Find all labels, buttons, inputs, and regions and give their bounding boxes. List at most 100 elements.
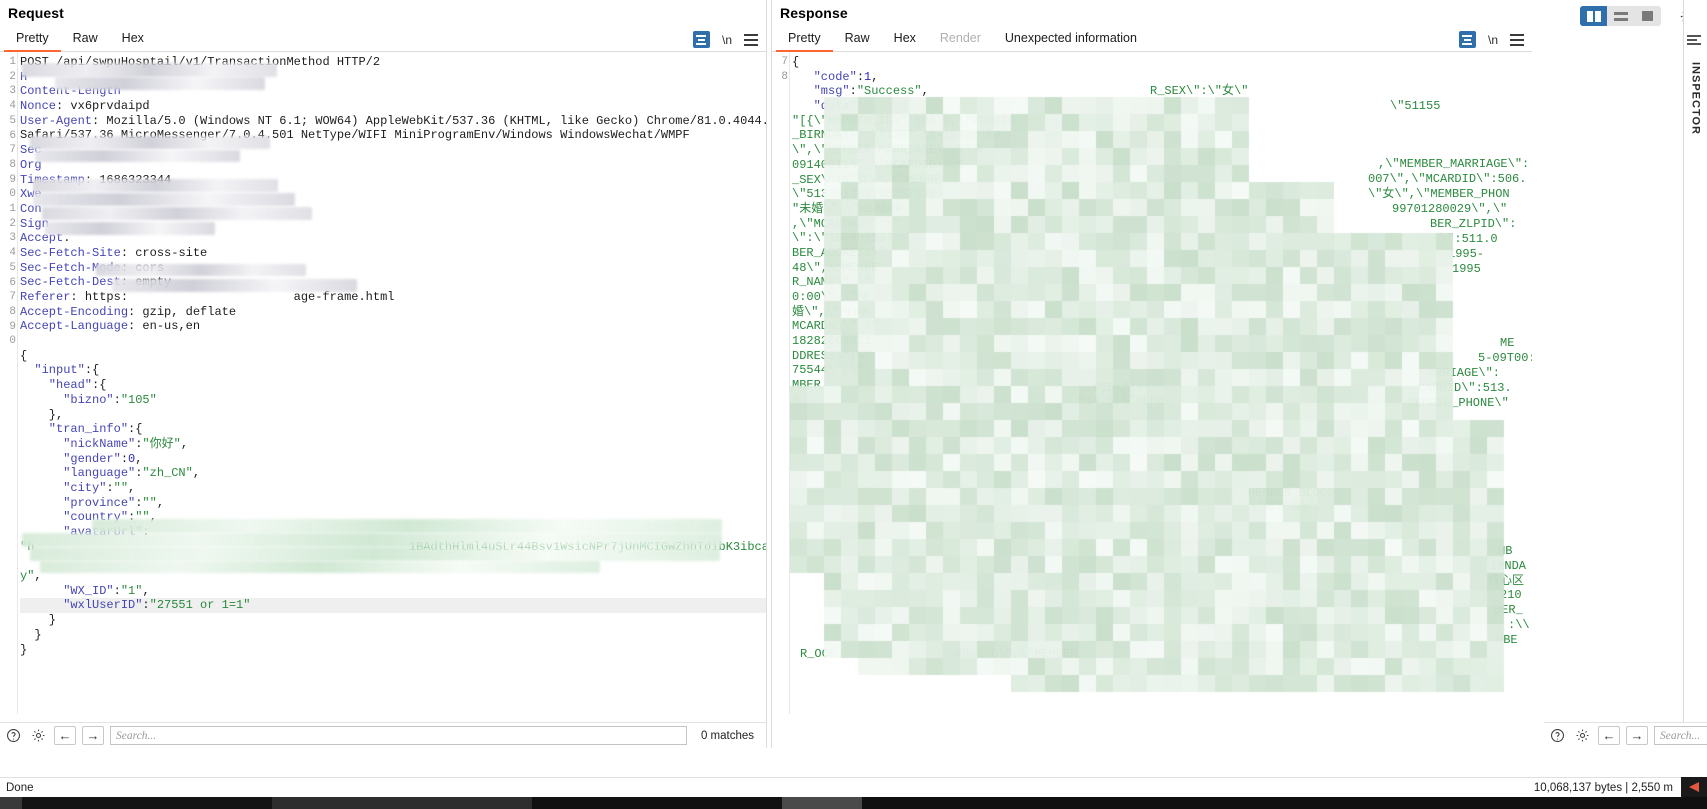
code-line[interactable]: Sec-Fetch-Mode: cors	[20, 261, 766, 276]
code-line[interactable]: \",\"MEMBER_MARRIAGE\":\"未	[792, 143, 1532, 158]
code-line[interactable]: "head":{	[20, 378, 766, 393]
code-line[interactable]: POST /api/swpuHosptail/v1/TransactionMet…	[20, 55, 766, 70]
code-line[interactable]: Accept.	[20, 231, 766, 246]
code-line[interactable]: Org	[20, 158, 766, 173]
code-line[interactable]: "city":"",	[20, 481, 766, 496]
code-line[interactable]: User-Agent: Mozilla/5.0 (Windows NT 6.1;…	[20, 114, 766, 129]
line-number: 8	[9, 158, 16, 171]
code-line[interactable]: _BIRNDAY\":\"1997-11-15T00:00:	[792, 128, 1532, 143]
request-tab-raw[interactable]: Raw	[61, 29, 110, 52]
bottom-scroll-strip[interactable]	[0, 797, 1707, 809]
code-token: H	[20, 69, 28, 84]
code-line[interactable]: "nickName":"你好",	[20, 437, 766, 452]
menu-icon[interactable]	[744, 33, 758, 46]
newline-icon[interactable]: \n	[722, 33, 732, 47]
response-editor[interactable]: 78 { "code":1, "msg":"Success", "data": "…	[772, 52, 1532, 714]
code-line[interactable]: "wxlUserID":"27551 or 1=1"	[20, 598, 766, 614]
code-line[interactable]: "input":{	[20, 363, 766, 378]
code-line[interactable]: Accept-Language: en-us,en	[20, 319, 766, 334]
code-line[interactable]: Timestamp: 1686323344	[20, 173, 766, 188]
code-token: Sec	[20, 143, 42, 158]
code-line[interactable]: MCARDNO\":\"	[792, 319, 1532, 334]
code-line[interactable]: }	[20, 643, 766, 658]
format-icon[interactable]	[1458, 31, 1476, 48]
code-line[interactable]: }	[20, 628, 766, 643]
find-prev-button[interactable]: ←	[1598, 726, 1620, 745]
gear-icon[interactable]	[29, 726, 48, 745]
code-line[interactable]: Safari/537.36 MicroMessenger/7.0.4.501 N…	[20, 128, 766, 143]
code-line[interactable]: 18282069821	[792, 334, 1532, 349]
code-line[interactable]: }	[20, 613, 766, 628]
code-line[interactable]: 0:00\",\"ME	[792, 290, 1532, 305]
find-prev-button[interactable]: ←	[54, 726, 76, 745]
code-line[interactable]: "language":"zh_CN",	[20, 466, 766, 481]
code-line[interactable]: DDRESS\":\"	[792, 349, 1532, 364]
code-line[interactable]: Referer: https: age-frame.html	[20, 290, 766, 305]
code-token: : https:	[70, 290, 129, 304]
response-tab-pretty[interactable]: Pretty	[776, 29, 833, 52]
code-line[interactable]: Sec	[20, 143, 766, 158]
newline-icon[interactable]: \n	[1488, 33, 1498, 47]
response-tab-unexpected-information[interactable]: Unexpected information	[993, 29, 1149, 52]
request-tab-pretty[interactable]: Pretty	[4, 29, 61, 52]
code-line[interactable]: "bizno":"105"	[20, 393, 766, 408]
response-tab-raw[interactable]: Raw	[833, 29, 882, 52]
layout-stacked-button[interactable]	[1607, 6, 1634, 26]
code-line[interactable]: "avatarUrl":	[20, 525, 766, 540]
request-line-numbers: 12345678901234567890	[0, 52, 16, 714]
burp-repeater-window: INSPECTOR Request Pretty Raw Hex \n 1234…	[0, 0, 1707, 809]
code-line[interactable]: {	[792, 55, 1532, 70]
code-line[interactable]: Nonce: vx6prvdaipd	[20, 99, 766, 114]
code-line[interactable]: "tran_info":{	[20, 422, 766, 437]
code-line[interactable]: Content-Length	[20, 84, 766, 99]
code-line[interactable]: 48\",\"MEMBE	[792, 261, 1532, 276]
code-line[interactable]: \":\"180905137	[792, 231, 1532, 246]
inspector-label[interactable]: INSPECTOR	[1690, 62, 1702, 135]
code-token: "1"	[120, 583, 143, 598]
code-line[interactable]: Sign	[20, 217, 766, 232]
code-line[interactable]: H	[20, 70, 766, 85]
code-line[interactable]: BER_ADDRESS\"	[792, 246, 1532, 261]
code-line[interactable]: "gender":0,	[20, 452, 766, 467]
collapse-icon[interactable]	[1686, 32, 1705, 48]
code-token: 18282069821	[792, 334, 872, 349]
code-line[interactable]: Con	[20, 202, 766, 217]
layout-side-by-side-button[interactable]	[1580, 6, 1607, 26]
code-line[interactable]	[20, 554, 766, 569]
code-line[interactable]: ,\"MCARDNO\":\"	[792, 217, 1532, 232]
code-line[interactable]: R_NAME\":\"	[792, 275, 1532, 290]
code-line[interactable]: Sec-Fetch-Site: cross-site	[20, 246, 766, 261]
format-icon[interactable]	[692, 31, 710, 48]
code-line[interactable]: {	[20, 349, 766, 364]
code-line[interactable]: 婚\",\"MEMB	[792, 305, 1532, 320]
code-line[interactable]: },	[20, 408, 766, 423]
code-token: Org	[20, 157, 42, 172]
help-icon[interactable]	[4, 726, 23, 745]
code-fragment: :\\	[1508, 618, 1530, 632]
code-line[interactable]: "province":"",	[20, 496, 766, 511]
request-tab-hex[interactable]: Hex	[110, 29, 156, 52]
response-search-input[interactable]: Search...	[1654, 726, 1707, 745]
find-next-button[interactable]: →	[82, 726, 104, 745]
code-line[interactable]: y",	[20, 569, 766, 584]
code-line[interactable]: "h 1BAdthHlml4uSLr44Bsv1WsicNPr7jUnMCIGw…	[20, 540, 766, 555]
code-line[interactable]: Xwe	[20, 187, 766, 202]
layout-single-button[interactable]	[1634, 6, 1661, 26]
code-line[interactable]: Accept-Encoding: gzip, deflate	[20, 305, 766, 320]
gear-icon[interactable]	[1573, 726, 1592, 745]
request-search-input[interactable]: Search...	[110, 726, 687, 745]
find-next-button[interactable]: →	[1626, 726, 1648, 745]
code-line[interactable]: "country":"",	[20, 510, 766, 525]
code-line[interactable]: "WX_ID":"1",	[20, 584, 766, 599]
help-icon[interactable]	[1548, 726, 1567, 745]
code-line[interactable]: Sec-Fetch-Dest: empty	[20, 275, 766, 290]
code-line[interactable]: "[{\"MEMBER_ID\":504.0,\"MEMBER	[792, 114, 1532, 129]
request-code[interactable]: POST /api/swpuHosptail/v1/TransactionMet…	[20, 55, 766, 714]
response-tab-hex[interactable]: Hex	[882, 29, 928, 52]
menu-icon[interactable]	[1510, 33, 1524, 46]
code-line[interactable]: "code":1,	[792, 70, 1532, 85]
flag-icon[interactable]	[1681, 777, 1707, 797]
code-line[interactable]	[20, 334, 766, 349]
code-line[interactable]: 75544\",\"	[792, 363, 1532, 378]
request-editor[interactable]: 12345678901234567890 POST /api/swpuHospt…	[0, 52, 766, 714]
